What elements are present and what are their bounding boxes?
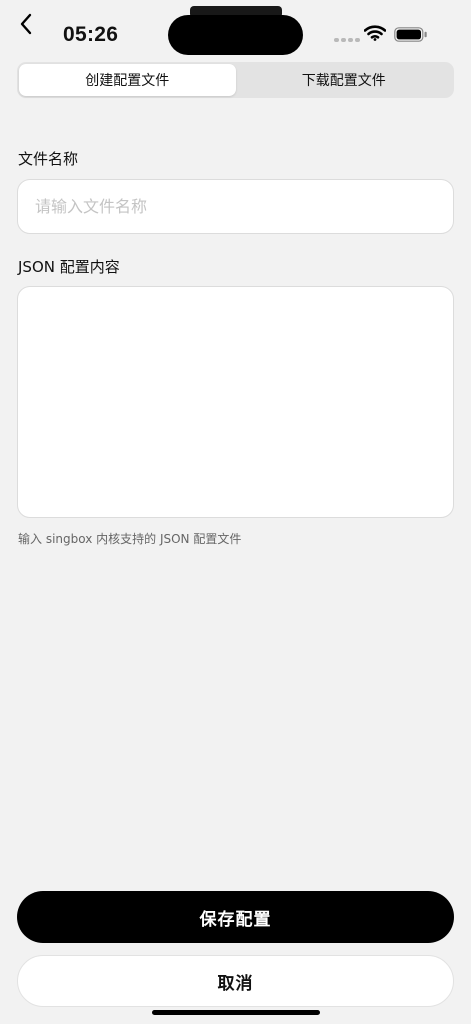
tab-download-config[interactable]: 下载配置文件 — [236, 64, 453, 96]
json-content-field[interactable] — [17, 286, 454, 518]
home-indicator — [152, 1010, 320, 1015]
chevron-left-icon — [20, 13, 32, 35]
json-content-label: JSON 配置内容 — [18, 258, 120, 276]
save-config-button[interactable]: 保存配置 — [17, 891, 454, 943]
json-hint-text: 输入 singbox 内核支持的 JSON 配置文件 — [18, 532, 242, 546]
json-content-textarea[interactable] — [18, 287, 453, 517]
wifi-icon — [364, 25, 386, 41]
status-time: 05:26 — [63, 23, 119, 46]
cellular-signal-icon — [334, 38, 360, 42]
dynamic-island — [168, 15, 303, 55]
battery-icon — [394, 27, 427, 42]
cancel-button[interactable]: 取消 — [17, 955, 454, 1007]
screen: 05:26 创建配置文件 下载配置文件 文件名称 JSON 配置内容 输入 si… — [0, 0, 471, 1024]
filename-label: 文件名称 — [18, 150, 79, 168]
filename-input[interactable] — [35, 197, 436, 216]
tab-create-config[interactable]: 创建配置文件 — [19, 64, 236, 96]
config-mode-segmented-control: 创建配置文件 下载配置文件 — [17, 62, 454, 98]
filename-field[interactable] — [17, 179, 454, 234]
back-button[interactable] — [14, 12, 38, 36]
